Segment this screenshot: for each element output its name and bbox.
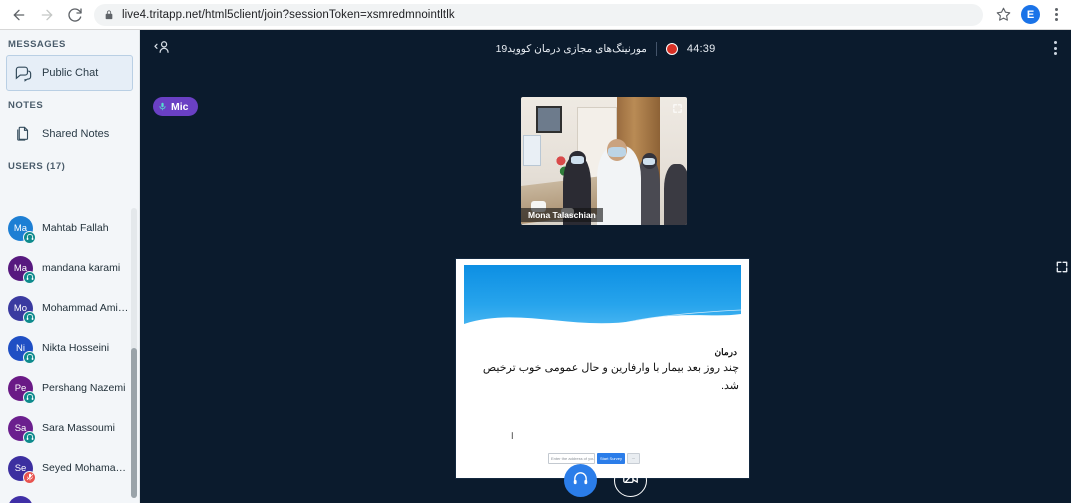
sidebar: MESSAGES Public Chat NOTES Shared Notes … xyxy=(0,30,140,503)
list-item[interactable]: SiSina Fadaei xyxy=(0,488,139,503)
slide-widget-button[interactable]: Start Survey xyxy=(596,453,625,464)
user-name: Mahtab Fallah xyxy=(42,222,109,234)
camera-off-icon xyxy=(622,470,639,492)
avatar[interactable]: Ni xyxy=(8,335,36,364)
user-name: Sara Massoumi xyxy=(42,422,115,434)
avatar[interactable]: Pe xyxy=(8,375,36,404)
list-item[interactable]: Ma Mahtab Fallah xyxy=(0,208,139,248)
headphones-icon xyxy=(23,270,36,284)
webcam-button[interactable] xyxy=(614,464,647,497)
slide-text-body: درمان چند روز بعد بیمار با وارفارین و حا… xyxy=(466,347,739,395)
list-item[interactable]: Sa Sara Massoumi xyxy=(0,408,139,448)
webcam-presenter-name: Mona Talaschian xyxy=(521,207,603,222)
reload-icon[interactable] xyxy=(62,2,88,28)
notes-section-title: NOTES xyxy=(8,100,44,111)
avatar[interactable]: Si xyxy=(8,495,33,503)
chrome-menu-icon[interactable] xyxy=(1046,8,1066,21)
avatar[interactable]: Se xyxy=(8,455,36,484)
browser-toolbar: live4.tritapp.net/html5client/join?sessi… xyxy=(0,0,1071,30)
sidebar-item-public-chat[interactable]: Public Chat xyxy=(6,55,133,91)
recording-indicator-icon[interactable] xyxy=(665,43,678,55)
headphones-icon xyxy=(23,310,36,324)
headphones-icon xyxy=(23,230,36,244)
headphones-icon xyxy=(23,390,36,404)
avatar[interactable]: Ma xyxy=(8,215,36,244)
presentation-slide[interactable]: درمان چند روز بعد بیمار با وارفارین و حا… xyxy=(455,258,750,479)
slide-banner-image xyxy=(464,265,741,337)
user-list[interactable]: Ma Mahtab Fallah Ma mandana karami Mo Mohamma… xyxy=(0,208,139,503)
slide-wave-shape xyxy=(464,309,741,337)
shared-notes-label: Shared Notes xyxy=(42,128,110,140)
user-name: Mohammad Amin … xyxy=(42,302,131,314)
public-chat-label: Public Chat xyxy=(42,67,99,79)
user-name: Seyed Mohamad M… xyxy=(42,462,131,474)
chat-bubbles-icon xyxy=(12,62,34,84)
profile-avatar[interactable]: E xyxy=(1021,5,1040,24)
url-text: live4.tritapp.net/html5client/join?sessi… xyxy=(122,8,455,21)
messages-section-title: MESSAGES xyxy=(8,39,66,50)
slide-embedded-widget[interactable]: Enter the address of your page here Star… xyxy=(548,453,640,464)
slide-kicker: درمان xyxy=(714,347,737,357)
media-controls xyxy=(140,464,1071,497)
sidebar-scrollbar-thumb[interactable] xyxy=(131,348,137,498)
conference-stage: مورنینگ‌های مجازی درمان کووید19 44:39 Mi… xyxy=(140,30,1071,503)
meeting-status: مورنینگ‌های مجازی درمان کووید19 44:39 xyxy=(496,42,716,56)
sidebar-item-shared-notes[interactable]: Shared Notes xyxy=(6,116,133,152)
browser-actions: E xyxy=(991,3,1071,27)
meeting-title: مورنینگ‌های مجازی درمان کووید19 xyxy=(495,43,647,55)
avatar[interactable]: Mo xyxy=(8,295,36,324)
notes-pages-icon xyxy=(12,123,34,145)
back-icon[interactable] xyxy=(6,2,32,28)
navigation-buttons xyxy=(0,2,88,28)
recording-timer: 44:39 xyxy=(686,43,716,55)
slide-widget-input[interactable]: Enter the address of your page here xyxy=(548,453,595,464)
webcam-tile[interactable]: Mona Talaschian xyxy=(521,97,687,225)
headphones-icon xyxy=(23,430,36,444)
toggle-user-list-icon[interactable] xyxy=(153,38,172,57)
topbar-divider xyxy=(655,42,657,56)
muted-mic-icon xyxy=(23,470,36,484)
avatar[interactable]: Ma xyxy=(8,255,36,284)
lock-icon xyxy=(104,9,114,20)
mic-badge-label: Mic xyxy=(171,100,189,113)
sidebar-scrollbar[interactable] xyxy=(131,208,137,498)
list-item[interactable]: Ni Nikta Hosseini xyxy=(0,328,139,368)
slide-small-mark: ا xyxy=(511,431,514,441)
slide-widget-more-button[interactable]: ··· xyxy=(627,453,640,464)
list-item[interactable]: Se Seyed Mohamad M… xyxy=(0,448,139,488)
forward-icon[interactable] xyxy=(34,2,60,28)
app-root: MESSAGES Public Chat NOTES Shared Notes … xyxy=(0,30,1071,503)
users-section-title: USERS (17) xyxy=(8,161,66,172)
meeting-topbar: مورنینگ‌های مجازی درمان کووید19 44:39 xyxy=(140,30,1071,68)
meeting-options-icon[interactable] xyxy=(1054,41,1057,55)
avatar[interactable]: Sa xyxy=(8,415,36,444)
bookmark-star-icon[interactable] xyxy=(991,3,1015,27)
address-bar[interactable]: live4.tritapp.net/html5client/join?sessi… xyxy=(94,3,983,26)
user-name: mandana karami xyxy=(42,262,121,274)
user-name: Nikta Hosseini xyxy=(42,342,110,354)
webcam-video xyxy=(521,97,687,225)
microphone-icon xyxy=(158,102,167,111)
user-name: Pershang Nazemi xyxy=(42,382,126,394)
mic-status-badge[interactable]: Mic xyxy=(153,97,198,116)
slide-paragraph: چند روز بعد بیمار با وارفارین و حال عموم… xyxy=(482,362,739,392)
webcam-fullscreen-icon[interactable] xyxy=(672,101,683,119)
headphones-icon xyxy=(23,350,36,364)
list-item[interactable]: Mo Mohammad Amin … xyxy=(0,288,139,328)
headphones-icon xyxy=(572,470,589,492)
expand-arrows-icon[interactable] xyxy=(1055,260,1069,279)
list-item[interactable]: Pe Pershang Nazemi xyxy=(0,368,139,408)
audio-button[interactable] xyxy=(564,464,597,497)
list-item[interactable]: Ma mandana karami xyxy=(0,248,139,288)
